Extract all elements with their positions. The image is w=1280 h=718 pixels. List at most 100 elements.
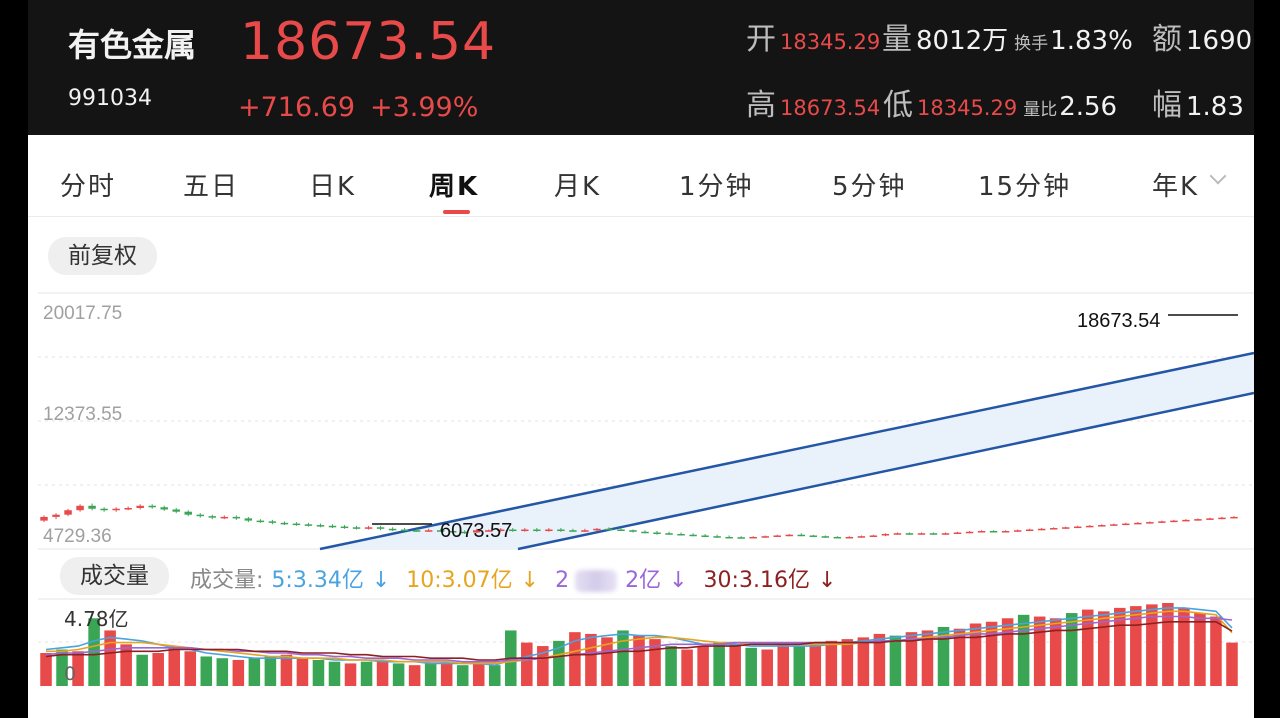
volume-bars (40, 603, 1238, 686)
legend-ma10-value: 10:3.07亿 (406, 568, 513, 593)
candle-body (184, 511, 192, 515)
volume-bar (793, 646, 806, 686)
candle-body (569, 530, 577, 532)
volume-bar (729, 644, 741, 686)
volume-indicator-button[interactable]: 成交量 (60, 557, 169, 595)
volume-bar (521, 642, 533, 686)
candle-body (88, 505, 96, 509)
vol-max-label: 4.78亿 (64, 607, 129, 631)
candle-body (917, 533, 926, 535)
volume-bar (424, 663, 437, 686)
legend-ma5-value: 5:3.34亿 (271, 568, 364, 593)
candle-body (545, 529, 553, 532)
volume-bar (136, 654, 148, 686)
candle-body (124, 507, 132, 510)
candle-body (593, 528, 601, 531)
volume-bar (1049, 618, 1062, 686)
candle-body (1218, 517, 1226, 520)
candle-body (581, 530, 589, 532)
candle-body (1206, 518, 1214, 520)
y-tick-label: 20017.75 (43, 303, 122, 324)
candle-body (196, 514, 204, 517)
legend-ma10: 10:3.07亿 ↓ (406, 568, 547, 593)
candle-body (268, 521, 277, 523)
candle-body (304, 524, 313, 526)
candle-body (1194, 519, 1202, 521)
volume-bar (857, 637, 870, 686)
volume-bar (1162, 603, 1174, 686)
candle-body (653, 532, 661, 534)
volume-bar (440, 661, 453, 686)
candle-body (701, 535, 709, 537)
candle-body (605, 528, 613, 531)
candle-body (821, 536, 830, 538)
volume-ma-legend: 成交量: 5:3.34亿 ↓ 10:3.07亿 ↓ 2 2亿 ↓ 30:3.16亿 ↓ (190, 562, 852, 594)
vol-zero-label: 0 (64, 663, 76, 685)
candle-body (893, 533, 902, 535)
volume-bar (376, 659, 389, 686)
candle-body (172, 509, 180, 512)
candle-body (1134, 522, 1142, 525)
candle-body (64, 510, 72, 515)
candle-body (1001, 531, 1010, 533)
candle-body (845, 536, 854, 539)
candle-body (725, 536, 733, 539)
candle-body (76, 505, 84, 511)
volume-bar (745, 647, 757, 686)
candle-body (761, 536, 769, 538)
legend-ma30: 30:3.16亿 ↓ (704, 568, 845, 593)
volume-bar (264, 656, 277, 686)
volume-bar (152, 653, 164, 686)
volume-bar (200, 656, 213, 686)
candle-body (773, 535, 781, 537)
candle-body (785, 534, 793, 537)
candle-body (629, 530, 637, 532)
candle-body (1086, 525, 1094, 528)
volume-bar (1194, 613, 1206, 686)
candle-body (208, 516, 217, 518)
down-arrow-icon: ↓ (371, 568, 391, 593)
candle-body (244, 518, 253, 521)
volume-bar (488, 665, 501, 686)
volume-bar (296, 658, 309, 686)
candle-body (1158, 521, 1166, 523)
volume-bar (825, 640, 838, 686)
candle-body (160, 507, 168, 510)
candle-body (857, 536, 866, 538)
candle-body (869, 535, 878, 537)
candle-body (328, 525, 337, 528)
volume-bar (633, 635, 645, 686)
volume-bar (408, 665, 421, 686)
candle-body (689, 534, 697, 537)
volume-bar (777, 644, 790, 686)
candle-body (1170, 520, 1178, 523)
candle-body (677, 533, 685, 536)
candle-body (797, 534, 805, 537)
candle-body (40, 516, 48, 521)
candle-body (1146, 522, 1154, 524)
candle-body (1230, 516, 1238, 519)
volume-bar (456, 665, 469, 686)
candle-body (533, 529, 541, 532)
candle-body (1182, 519, 1190, 522)
candle-body (280, 522, 289, 525)
latest-price-label: 18673.54 (1077, 310, 1160, 332)
candle-body (749, 536, 757, 539)
volume-bar (1017, 614, 1030, 686)
app-window: 有色金属 991034 18673.54 +716.69 +3.99% 开 183… (28, 0, 1254, 718)
legend-prefix: 成交量: (190, 568, 264, 593)
volume-bar (1226, 642, 1238, 686)
volume-bar (713, 642, 725, 686)
candle-body (713, 536, 721, 538)
volume-bar (617, 630, 629, 686)
candle-body (136, 505, 144, 508)
candle-body (376, 527, 385, 529)
legend-ma20-value: 2亿 (625, 568, 662, 593)
legend-ma5: 5:3.34亿 ↓ (271, 568, 398, 593)
volume-bar (1210, 616, 1222, 686)
volume-bar (328, 661, 341, 686)
low-price-label: 6073.57 (440, 520, 512, 542)
volume-bar (889, 635, 902, 686)
candle-body (965, 531, 974, 534)
candle-body (1061, 527, 1070, 529)
